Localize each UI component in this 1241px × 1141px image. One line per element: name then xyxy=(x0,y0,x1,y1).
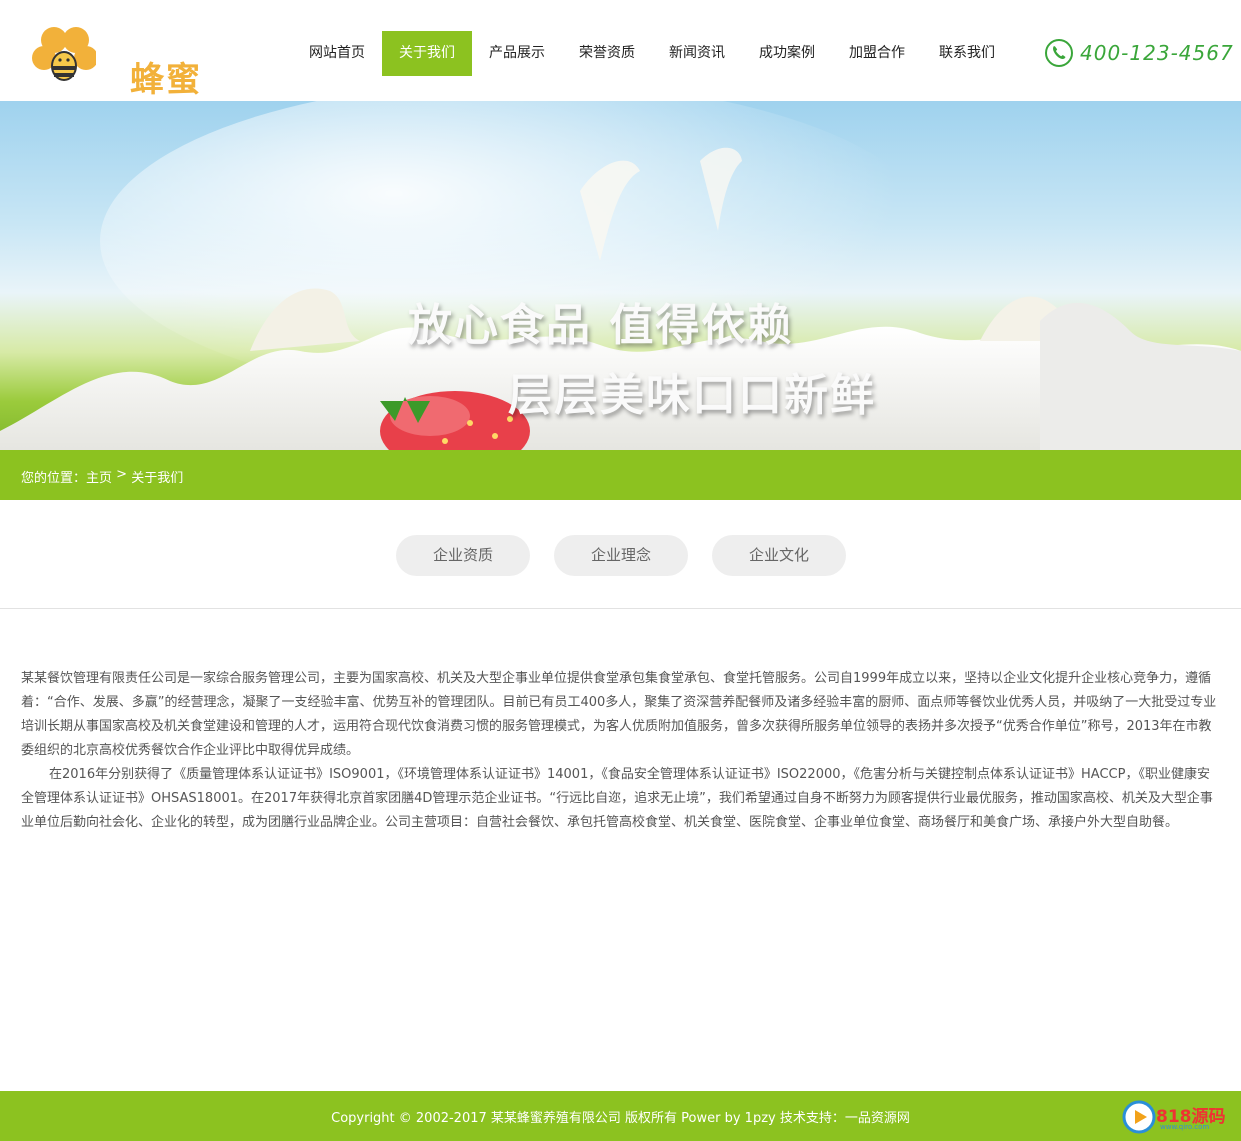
phone-number: 400-123-4567 xyxy=(1080,41,1234,65)
bee-flower-logo-icon xyxy=(32,27,96,81)
sub-nav-tabs: 企业资质 企业理念 企业文化 xyxy=(396,535,870,576)
breadcrumb-home-link[interactable]: 主页 xyxy=(86,467,112,486)
about-content: 某某餐饮管理有限责任公司是一家综合服务管理公司，主要为国家高校、机关及大型企事业… xyxy=(21,667,1221,835)
banner-slogan-line1: 放心食品 值得依赖 xyxy=(408,300,794,351)
tab-culture[interactable]: 企业文化 xyxy=(712,535,846,576)
breadcrumb-current[interactable]: 关于我们 xyxy=(131,467,183,486)
main-nav: 网站首页 关于我们 产品展示 荣誉资质 新闻资讯 成功案例 加盟合作 联系我们 xyxy=(292,31,1012,76)
breadcrumb-separator: > xyxy=(112,467,132,482)
watermark-logo: 818源码 www.qiro.com xyxy=(1120,1097,1236,1137)
site-footer: Copyright © 2002-2017 某某蜂蜜养殖有限公司 版权所有 Po… xyxy=(0,1091,1241,1141)
tab-qualification[interactable]: 企业资质 xyxy=(396,535,530,576)
tab-philosophy[interactable]: 企业理念 xyxy=(554,535,688,576)
play-logo-icon xyxy=(1122,1100,1156,1134)
watermark-sub: www.qiro.com xyxy=(1160,1123,1210,1131)
breadcrumb-bar: 您的位置： 主页 > 关于我们 xyxy=(0,450,1241,500)
nav-item-home[interactable]: 网站首页 xyxy=(292,31,382,76)
section-divider xyxy=(0,608,1241,609)
nav-item-about[interactable]: 关于我们 xyxy=(382,31,472,76)
about-paragraph-1: 某某餐饮管理有限责任公司是一家综合服务管理公司，主要为国家高校、机关及大型企事业… xyxy=(21,671,1217,758)
nav-item-honors[interactable]: 荣誉资质 xyxy=(562,31,652,76)
footer-copyright: Copyright © 2002-2017 某某蜂蜜养殖有限公司 版权所有 Po… xyxy=(331,1111,910,1126)
nav-item-contact[interactable]: 联系我们 xyxy=(922,31,1012,76)
breadcrumb: 您的位置： 主页 > 关于我们 xyxy=(21,467,183,486)
banner-slogan-line2: 层层美味口口新鲜 xyxy=(508,370,876,421)
phone-icon xyxy=(1045,39,1073,67)
breadcrumb-prefix: 您的位置： xyxy=(21,471,87,486)
hero-banner: 放心食品 值得依赖 层层美味口口新鲜 xyxy=(0,101,1241,450)
nav-item-news[interactable]: 新闻资讯 xyxy=(652,31,742,76)
nav-item-cases[interactable]: 成功案例 xyxy=(742,31,832,76)
site-header: 蜂蜜网 网站首页 关于我们 产品展示 荣誉资质 新闻资讯 成功案例 加盟合作 联… xyxy=(0,0,1241,149)
site-logo[interactable]: 蜂蜜网 xyxy=(32,22,222,149)
nav-item-products[interactable]: 产品展示 xyxy=(472,31,562,76)
about-paragraph-2: 在2016年分别获得了《质量管理体系认证证书》ISO9001，《环境管理体系认证… xyxy=(21,767,1213,830)
phone-contact: 400-123-4567 xyxy=(1044,37,1234,69)
nav-item-franchise[interactable]: 加盟合作 xyxy=(832,31,922,76)
